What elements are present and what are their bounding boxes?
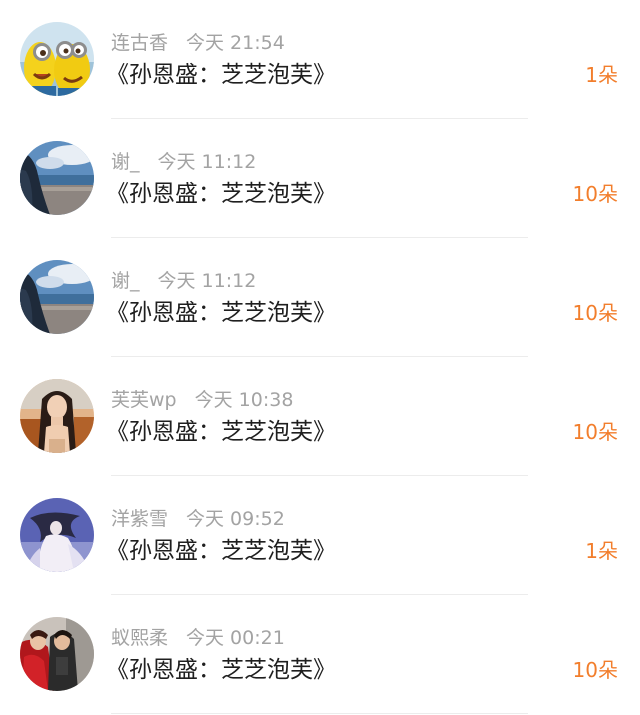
girl-photo-avatar[interactable] [20, 379, 94, 453]
record-content: 《孙恩盛：芝芝泡芙》 [106, 300, 336, 326]
gift-count: 10朵 [572, 182, 618, 206]
record-time: 今天 00:21 [186, 627, 285, 649]
couple-photo-avatar[interactable] [20, 617, 94, 691]
record-time: 今天 11:12 [157, 270, 257, 292]
record-time: 今天 10:38 [194, 389, 294, 411]
list-item[interactable]: 谢_ 今天 11:12 《孙恩盛：芝芝泡芙》 10朵 [0, 238, 640, 357]
user-name[interactable]: 芙芙wp [111, 389, 177, 411]
minion-avatar[interactable] [20, 22, 94, 96]
list-item[interactable]: 芙芙wp 今天 10:38 《孙恩盛：芝芝泡芙》 10朵 [0, 357, 640, 476]
record-meta: 洋紫雪 今天 09:52 [111, 506, 285, 532]
user-name[interactable]: 洋紫雪 [111, 508, 168, 530]
user-name[interactable]: 连古香 [111, 32, 168, 54]
gift-count: 10朵 [572, 420, 618, 444]
record-content: 《孙恩盛：芝芝泡芙》 [106, 419, 336, 445]
gift-count: 1朵 [585, 539, 618, 563]
record-content: 《孙恩盛：芝芝泡芙》 [106, 657, 336, 683]
user-name[interactable]: 谢_ [111, 270, 140, 292]
record-time: 今天 21:54 [186, 32, 285, 54]
list-item[interactable]: 蚁熙柔 今天 00:21 《孙恩盛：芝芝泡芙》 10朵 [0, 595, 640, 714]
illustration-avatar[interactable] [20, 498, 94, 572]
record-time: 今天 11:12 [157, 151, 257, 173]
gift-count: 1朵 [585, 63, 618, 87]
record-content: 《孙恩盛：芝芝泡芙》 [106, 181, 336, 207]
girl-photo-avatar-image [20, 379, 94, 453]
record-meta: 芙芙wp 今天 10:38 [111, 387, 293, 413]
record-meta: 连古香 今天 21:54 [111, 30, 285, 56]
list-item[interactable]: 连古香 今天 21:54 《孙恩盛：芝芝泡芙》 1朵 [0, 0, 640, 119]
gift-count: 10朵 [572, 301, 618, 325]
record-meta: 谢_ 今天 11:12 [111, 149, 256, 175]
list-item[interactable]: 谢_ 今天 11:12 《孙恩盛：芝芝泡芙》 10朵 [0, 119, 640, 238]
beach-avatar[interactable] [20, 141, 94, 215]
gift-record-list: 连古香 今天 21:54 《孙恩盛：芝芝泡芙》 1朵 谢_ 今天 11:12 《孙恩… [0, 0, 640, 714]
beach-avatar[interactable] [20, 260, 94, 334]
record-content: 《孙恩盛：芝芝泡芙》 [106, 538, 336, 564]
record-time: 今天 09:52 [186, 508, 285, 530]
illustration-avatar-image [20, 498, 94, 572]
record-meta: 谢_ 今天 11:12 [111, 268, 256, 294]
beach-avatar-image [20, 141, 94, 215]
divider [111, 713, 528, 714]
beach-avatar-image [20, 260, 94, 334]
record-content: 《孙恩盛：芝芝泡芙》 [106, 62, 336, 88]
couple-photo-avatar-image [20, 617, 94, 691]
user-name[interactable]: 谢_ [111, 151, 140, 173]
minion-avatar-image [20, 22, 94, 96]
record-meta: 蚁熙柔 今天 00:21 [111, 625, 285, 651]
list-item[interactable]: 洋紫雪 今天 09:52 《孙恩盛：芝芝泡芙》 1朵 [0, 476, 640, 595]
gift-count: 10朵 [572, 658, 618, 682]
user-name[interactable]: 蚁熙柔 [111, 627, 168, 649]
